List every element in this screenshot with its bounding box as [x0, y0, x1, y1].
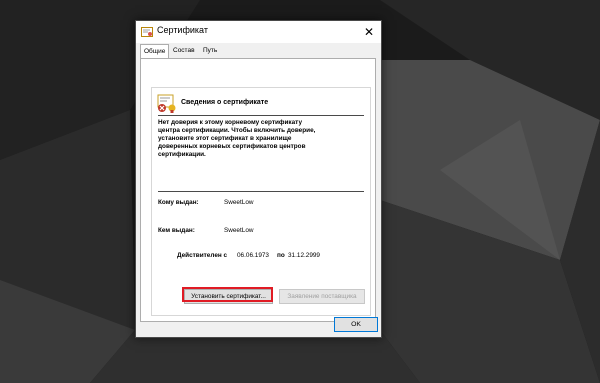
issuer-statement-button[interactable]: Заявление поставщика — [279, 289, 365, 304]
install-button-highlight — [182, 287, 273, 302]
trust-warning-line: Нет доверия к этому корневому сертификат… — [158, 119, 303, 126]
valid-from-value: 06.06.1973 — [237, 252, 269, 259]
issued-to-label: Кому выдан: — [158, 199, 199, 206]
window-title: Сертификат — [157, 25, 208, 35]
certificate-warning-icon — [157, 94, 176, 113]
general-tab-panel: Сведения о сертификате Нет доверия к это… — [140, 58, 376, 322]
valid-from-label: Действителен с — [177, 252, 228, 259]
divider — [158, 115, 364, 116]
issued-by-label: Кем выдан: — [158, 227, 195, 234]
certificate-info-box: Сведения о сертификате Нет доверия к это… — [151, 87, 371, 316]
divider — [158, 191, 364, 192]
title-bar[interactable]: Сертификат ✕ — [136, 21, 381, 43]
certificate-dialog: Сертификат ✕ Общие Состав Путь сертифика… — [135, 20, 382, 338]
tab-certification-path[interactable]: Путь сертификации — [200, 44, 250, 67]
trust-warning-text: Нет доверия к этому корневому сертификат… — [158, 119, 364, 159]
close-icon[interactable]: ✕ — [361, 24, 377, 40]
trust-warning-line: доверенных корневых сертификатов центров — [158, 143, 306, 150]
ok-button[interactable]: OK — [334, 317, 378, 332]
trust-warning-line: установите этот сертификат в хранилище — [158, 135, 292, 142]
tab-details[interactable]: Состав — [170, 44, 198, 57]
issued-to-value: SweetLow — [224, 199, 254, 206]
tab-general[interactable]: Общие — [140, 44, 170, 59]
trust-warning-line: сертификации. — [158, 151, 206, 158]
trust-warning-line: центра сертификации. Чтобы включить дове… — [158, 127, 316, 134]
valid-to-value: 31.12.2999 — [288, 252, 320, 259]
certificate-icon — [141, 27, 153, 37]
info-header: Сведения о сертификате — [181, 99, 269, 106]
valid-to-label: по — [277, 252, 285, 259]
issued-by-value: SweetLow — [224, 227, 254, 234]
